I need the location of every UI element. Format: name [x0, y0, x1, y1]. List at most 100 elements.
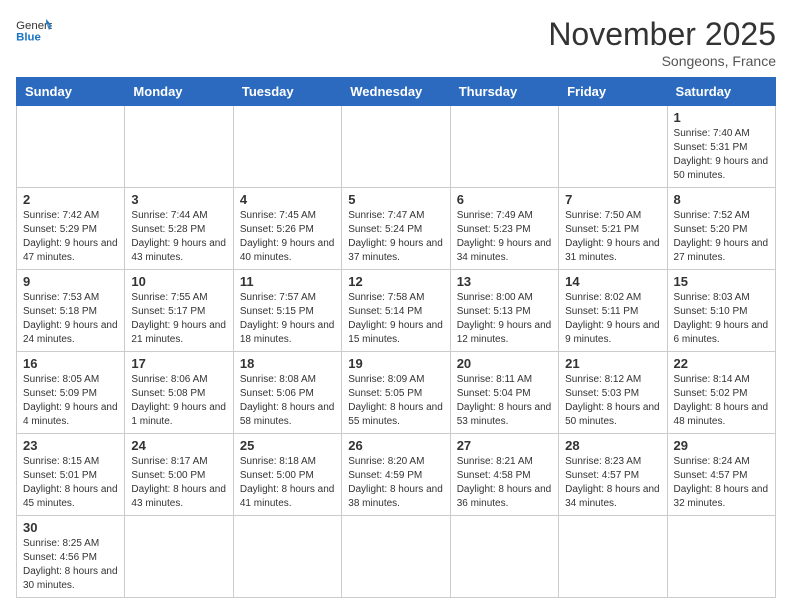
day-number: 1: [674, 110, 769, 125]
calendar-day: 21 Sunrise: 8:12 AMSunset: 5:03 PMDaylig…: [559, 352, 667, 434]
logo: General Blue: [16, 16, 52, 46]
calendar-day: 13 Sunrise: 8:00 AMSunset: 5:13 PMDaylig…: [450, 270, 558, 352]
day-number: 6: [457, 192, 552, 207]
day-info: Sunrise: 8:14 AMSunset: 5:02 PMDaylight:…: [674, 373, 769, 429]
col-monday: Monday: [125, 78, 233, 106]
calendar-table: Sunday Monday Tuesday Wednesday Thursday…: [16, 77, 776, 598]
calendar-day: 22 Sunrise: 8:14 AMSunset: 5:02 PMDaylig…: [667, 352, 775, 434]
day-number: 28: [565, 438, 660, 453]
calendar-day: [233, 516, 341, 598]
calendar-day: [125, 106, 233, 188]
day-number: 11: [240, 274, 335, 289]
day-number: 27: [457, 438, 552, 453]
day-number: 30: [23, 520, 118, 535]
day-info: Sunrise: 8:05 AMSunset: 5:09 PMDaylight:…: [23, 373, 118, 429]
day-info: Sunrise: 8:03 AMSunset: 5:10 PMDaylight:…: [674, 291, 769, 347]
day-number: 16: [23, 356, 118, 371]
day-info: Sunrise: 8:06 AMSunset: 5:08 PMDaylight:…: [131, 373, 226, 429]
day-info: Sunrise: 8:15 AMSunset: 5:01 PMDaylight:…: [23, 455, 118, 511]
month-title: November 2025: [548, 16, 776, 53]
day-info: Sunrise: 7:52 AMSunset: 5:20 PMDaylight:…: [674, 209, 769, 265]
day-number: 8: [674, 192, 769, 207]
day-number: 24: [131, 438, 226, 453]
calendar-day: 28 Sunrise: 8:23 AMSunset: 4:57 PMDaylig…: [559, 434, 667, 516]
calendar-day: 19 Sunrise: 8:09 AMSunset: 5:05 PMDaylig…: [342, 352, 450, 434]
calendar-week-5: 23 Sunrise: 8:15 AMSunset: 5:01 PMDaylig…: [17, 434, 776, 516]
day-number: 25: [240, 438, 335, 453]
calendar-day: 12 Sunrise: 7:58 AMSunset: 5:14 PMDaylig…: [342, 270, 450, 352]
col-friday: Friday: [559, 78, 667, 106]
day-number: 3: [131, 192, 226, 207]
calendar-day: 20 Sunrise: 8:11 AMSunset: 5:04 PMDaylig…: [450, 352, 558, 434]
calendar-day: 27 Sunrise: 8:21 AMSunset: 4:58 PMDaylig…: [450, 434, 558, 516]
day-info: Sunrise: 8:02 AMSunset: 5:11 PMDaylight:…: [565, 291, 660, 347]
day-number: 13: [457, 274, 552, 289]
col-sunday: Sunday: [17, 78, 125, 106]
calendar-day: 25 Sunrise: 8:18 AMSunset: 5:00 PMDaylig…: [233, 434, 341, 516]
calendar-day: [667, 516, 775, 598]
calendar-day: 30 Sunrise: 8:25 AMSunset: 4:56 PMDaylig…: [17, 516, 125, 598]
calendar-day: 24 Sunrise: 8:17 AMSunset: 5:00 PMDaylig…: [125, 434, 233, 516]
calendar-day: 8 Sunrise: 7:52 AMSunset: 5:20 PMDayligh…: [667, 188, 775, 270]
col-tuesday: Tuesday: [233, 78, 341, 106]
calendar-day: [559, 106, 667, 188]
calendar-day: [233, 106, 341, 188]
day-info: Sunrise: 8:18 AMSunset: 5:00 PMDaylight:…: [240, 455, 335, 511]
day-number: 26: [348, 438, 443, 453]
calendar-day: [559, 516, 667, 598]
day-info: Sunrise: 7:49 AMSunset: 5:23 PMDaylight:…: [457, 209, 552, 265]
calendar-day: [17, 106, 125, 188]
calendar-day: 5 Sunrise: 7:47 AMSunset: 5:24 PMDayligh…: [342, 188, 450, 270]
day-number: 21: [565, 356, 660, 371]
day-info: Sunrise: 7:44 AMSunset: 5:28 PMDaylight:…: [131, 209, 226, 265]
day-number: 12: [348, 274, 443, 289]
day-number: 29: [674, 438, 769, 453]
day-number: 22: [674, 356, 769, 371]
col-saturday: Saturday: [667, 78, 775, 106]
calendar-day: [450, 106, 558, 188]
location: Songeons, France: [548, 53, 776, 69]
day-number: 9: [23, 274, 118, 289]
day-info: Sunrise: 8:25 AMSunset: 4:56 PMDaylight:…: [23, 537, 118, 593]
day-info: Sunrise: 8:20 AMSunset: 4:59 PMDaylight:…: [348, 455, 443, 511]
day-info: Sunrise: 7:57 AMSunset: 5:15 PMDaylight:…: [240, 291, 335, 347]
day-info: Sunrise: 7:45 AMSunset: 5:26 PMDaylight:…: [240, 209, 335, 265]
page-header: General Blue November 2025 Songeons, Fra…: [16, 16, 776, 69]
calendar-day: 3 Sunrise: 7:44 AMSunset: 5:28 PMDayligh…: [125, 188, 233, 270]
calendar-day: 9 Sunrise: 7:53 AMSunset: 5:18 PMDayligh…: [17, 270, 125, 352]
calendar-day: [125, 516, 233, 598]
day-info: Sunrise: 7:50 AMSunset: 5:21 PMDaylight:…: [565, 209, 660, 265]
day-info: Sunrise: 8:08 AMSunset: 5:06 PMDaylight:…: [240, 373, 335, 429]
day-info: Sunrise: 8:21 AMSunset: 4:58 PMDaylight:…: [457, 455, 552, 511]
day-info: Sunrise: 8:24 AMSunset: 4:57 PMDaylight:…: [674, 455, 769, 511]
col-thursday: Thursday: [450, 78, 558, 106]
logo-icon: General Blue: [16, 16, 52, 46]
calendar-day: [450, 516, 558, 598]
day-info: Sunrise: 7:47 AMSunset: 5:24 PMDaylight:…: [348, 209, 443, 265]
calendar-day: 7 Sunrise: 7:50 AMSunset: 5:21 PMDayligh…: [559, 188, 667, 270]
calendar-week-2: 2 Sunrise: 7:42 AMSunset: 5:29 PMDayligh…: [17, 188, 776, 270]
calendar-day: 15 Sunrise: 8:03 AMSunset: 5:10 PMDaylig…: [667, 270, 775, 352]
day-number: 18: [240, 356, 335, 371]
day-number: 5: [348, 192, 443, 207]
svg-text:Blue: Blue: [16, 31, 41, 43]
calendar-day: 1 Sunrise: 7:40 AMSunset: 5:31 PMDayligh…: [667, 106, 775, 188]
day-info: Sunrise: 7:55 AMSunset: 5:17 PMDaylight:…: [131, 291, 226, 347]
calendar-week-6: 30 Sunrise: 8:25 AMSunset: 4:56 PMDaylig…: [17, 516, 776, 598]
day-info: Sunrise: 8:09 AMSunset: 5:05 PMDaylight:…: [348, 373, 443, 429]
day-number: 15: [674, 274, 769, 289]
calendar-week-3: 9 Sunrise: 7:53 AMSunset: 5:18 PMDayligh…: [17, 270, 776, 352]
day-number: 2: [23, 192, 118, 207]
day-number: 10: [131, 274, 226, 289]
calendar-week-1: 1 Sunrise: 7:40 AMSunset: 5:31 PMDayligh…: [17, 106, 776, 188]
day-number: 17: [131, 356, 226, 371]
day-info: Sunrise: 7:42 AMSunset: 5:29 PMDaylight:…: [23, 209, 118, 265]
calendar-day: 11 Sunrise: 7:57 AMSunset: 5:15 PMDaylig…: [233, 270, 341, 352]
day-number: 7: [565, 192, 660, 207]
calendar-day: 18 Sunrise: 8:08 AMSunset: 5:06 PMDaylig…: [233, 352, 341, 434]
calendar-day: 14 Sunrise: 8:02 AMSunset: 5:11 PMDaylig…: [559, 270, 667, 352]
day-info: Sunrise: 8:23 AMSunset: 4:57 PMDaylight:…: [565, 455, 660, 511]
calendar-day: [342, 106, 450, 188]
day-number: 23: [23, 438, 118, 453]
day-info: Sunrise: 8:11 AMSunset: 5:04 PMDaylight:…: [457, 373, 552, 429]
